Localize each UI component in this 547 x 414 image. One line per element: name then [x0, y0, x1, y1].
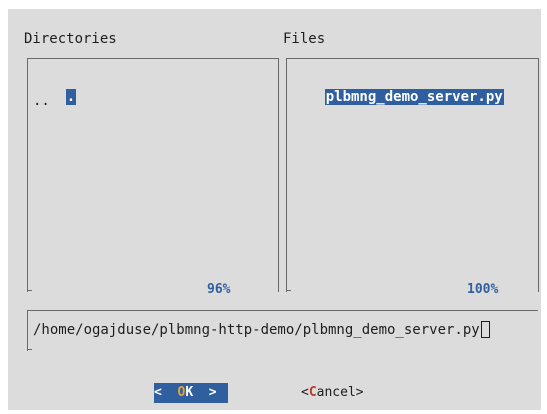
directories-label: Directories [24, 31, 117, 47]
directories-scroll-percent: 96% [207, 282, 231, 297]
pane-corner-mark [28, 349, 32, 350]
file-select-dialog: Directories . .. 96% Files plbmng_demo_s… [8, 9, 541, 410]
ok-button[interactable]: < OK > [154, 383, 228, 403]
path-input[interactable]: /home/ogajduse/plbmng-http-demo/plbmng_d… [33, 321, 490, 339]
directory-item-parent[interactable]: .. [33, 93, 50, 109]
text-cursor [480, 321, 490, 338]
cancel-button[interactable]: <Cancel> [301, 383, 364, 403]
files-label: Files [283, 31, 326, 47]
pane-corner-mark [287, 290, 291, 291]
file-item[interactable]: plbmng_demo_server.py [291, 73, 504, 121]
pane-corner-mark [28, 290, 32, 291]
files-scroll-percent: 100% [467, 282, 499, 297]
